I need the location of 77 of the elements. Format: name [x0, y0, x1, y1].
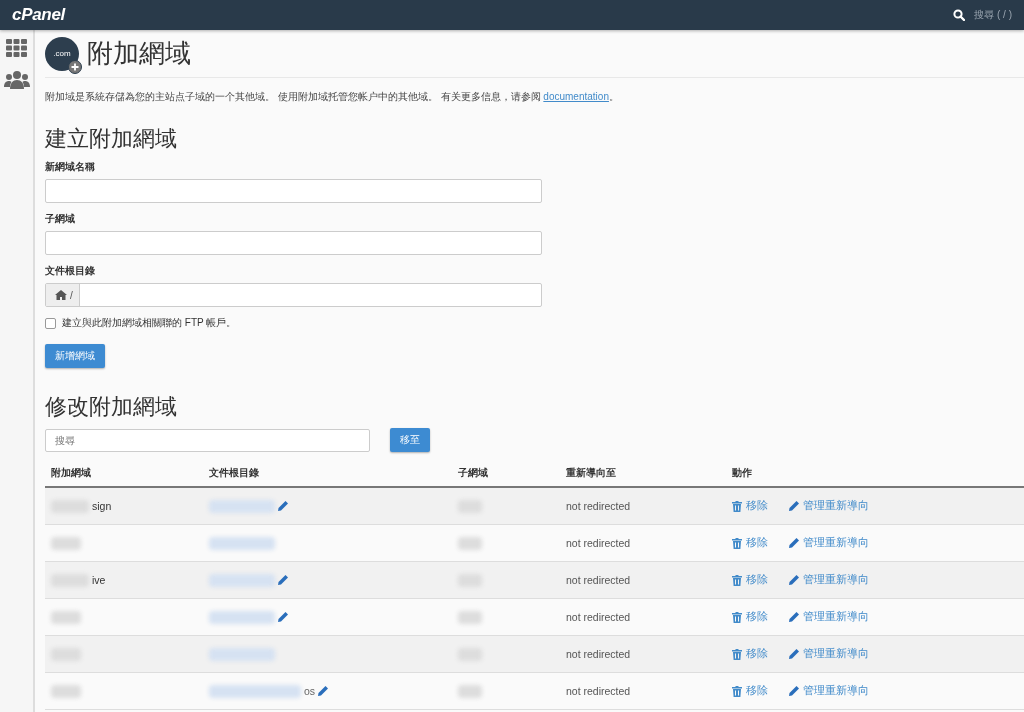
go-button[interactable]: 移至 [390, 428, 430, 452]
description-text: 附加域是系統存儲為您的主站点子域的一个其他域。 使用附加域托管您帐户中的其他域。 有关更多信息，请参阅 documentation。 [45, 90, 620, 104]
manage-redirect-link[interactable]: 管理重新導向 [789, 684, 869, 698]
remove-link[interactable]: 移除 [732, 536, 768, 550]
pencil-icon [789, 686, 799, 696]
pencil-icon [789, 575, 799, 585]
documentation-link[interactable]: documentation [543, 91, 609, 102]
redacted-block [209, 610, 275, 624]
users-icon[interactable] [3, 71, 30, 89]
search-icon [953, 9, 966, 21]
manage-redirect-link[interactable]: 管理重新導向 [789, 610, 869, 624]
pencil-icon [789, 649, 799, 659]
domain-text: sign [92, 500, 112, 512]
redirect-text: not redirected [566, 500, 631, 512]
field-label: 子網域 [45, 212, 76, 226]
domain-text: ive [92, 574, 106, 586]
remove-link[interactable]: 移除 [732, 499, 768, 513]
manage-redirect-link[interactable]: 管理重新導向 [789, 573, 869, 587]
remove-link[interactable]: 移除 [732, 610, 768, 624]
column-header: 子網域 [458, 466, 489, 480]
cpanel-logo[interactable]: cPanel [12, 5, 65, 25]
section-heading: 建立附加網域 [45, 125, 178, 153]
redirect-text: not redirected [566, 574, 631, 586]
grid-icon[interactable] [6, 39, 27, 57]
redirect-text: not redirected [566, 685, 631, 697]
redacted-block [209, 647, 275, 661]
redacted-block [209, 573, 275, 587]
pencil-icon[interactable] [278, 501, 288, 511]
redirect-text: not redirected [566, 648, 631, 660]
checkbox-label: 建立與此附加網域相關聯的 FTP 帳戶。 [62, 316, 237, 330]
pencil-icon[interactable] [318, 686, 329, 696]
text-field[interactable] [45, 231, 542, 255]
column-header: 重新導向至 [566, 466, 617, 480]
redacted-block [209, 499, 275, 513]
manage-redirect-link[interactable]: 管理重新導向 [789, 536, 869, 550]
manage-redirect-link[interactable]: 管理重新導向 [789, 647, 869, 661]
redirect-text: not redirected [566, 611, 631, 623]
pencil-icon[interactable] [278, 575, 288, 585]
column-header: 文件根目錄 [209, 466, 260, 480]
document-root-text: os [304, 685, 316, 697]
checkbox[interactable] [45, 317, 56, 329]
redacted-block [458, 536, 482, 550]
remove-link[interactable]: 移除 [732, 647, 768, 661]
trash-icon [732, 685, 742, 697]
pencil-icon [789, 538, 799, 548]
pencil-icon [789, 501, 799, 511]
trash-icon [732, 611, 742, 623]
field-label: 文件根目錄 [45, 264, 96, 278]
text-field[interactable] [45, 179, 542, 203]
column-header: 附加網域 [51, 466, 92, 480]
document-root-field[interactable]: / [45, 283, 542, 307]
column-header: 動作 [732, 466, 753, 480]
add-domain-button[interactable]: 新增網域 [45, 344, 105, 368]
pencil-icon[interactable] [278, 612, 288, 622]
remove-link[interactable]: 移除 [732, 684, 768, 698]
addon-domain-logo: .com [45, 36, 79, 71]
field-label: 新網域名稱 [45, 160, 96, 174]
trash-icon [732, 537, 742, 549]
redirect-text: not redirected [566, 537, 631, 549]
redacted-block [458, 610, 482, 624]
redacted-block [458, 684, 482, 698]
redacted-block [51, 536, 81, 550]
trash-icon [732, 648, 742, 660]
manage-redirect-link[interactable]: 管理重新導向 [789, 499, 869, 513]
section-heading: 修改附加網域 [45, 393, 178, 421]
search-field[interactable]: 搜尋 [45, 428, 370, 452]
path-prefix: / [70, 289, 73, 301]
redacted-block [209, 536, 275, 550]
redacted-block [51, 684, 81, 698]
pencil-icon [789, 612, 799, 622]
remove-link[interactable]: 移除 [732, 573, 768, 587]
trash-icon [732, 500, 742, 512]
home-icon [55, 290, 67, 300]
redacted-block [51, 610, 81, 624]
page-title: 附加網域 [87, 37, 191, 70]
trash-icon [732, 574, 742, 586]
search-hint[interactable]: 搜尋 ( / ) [974, 8, 1012, 22]
